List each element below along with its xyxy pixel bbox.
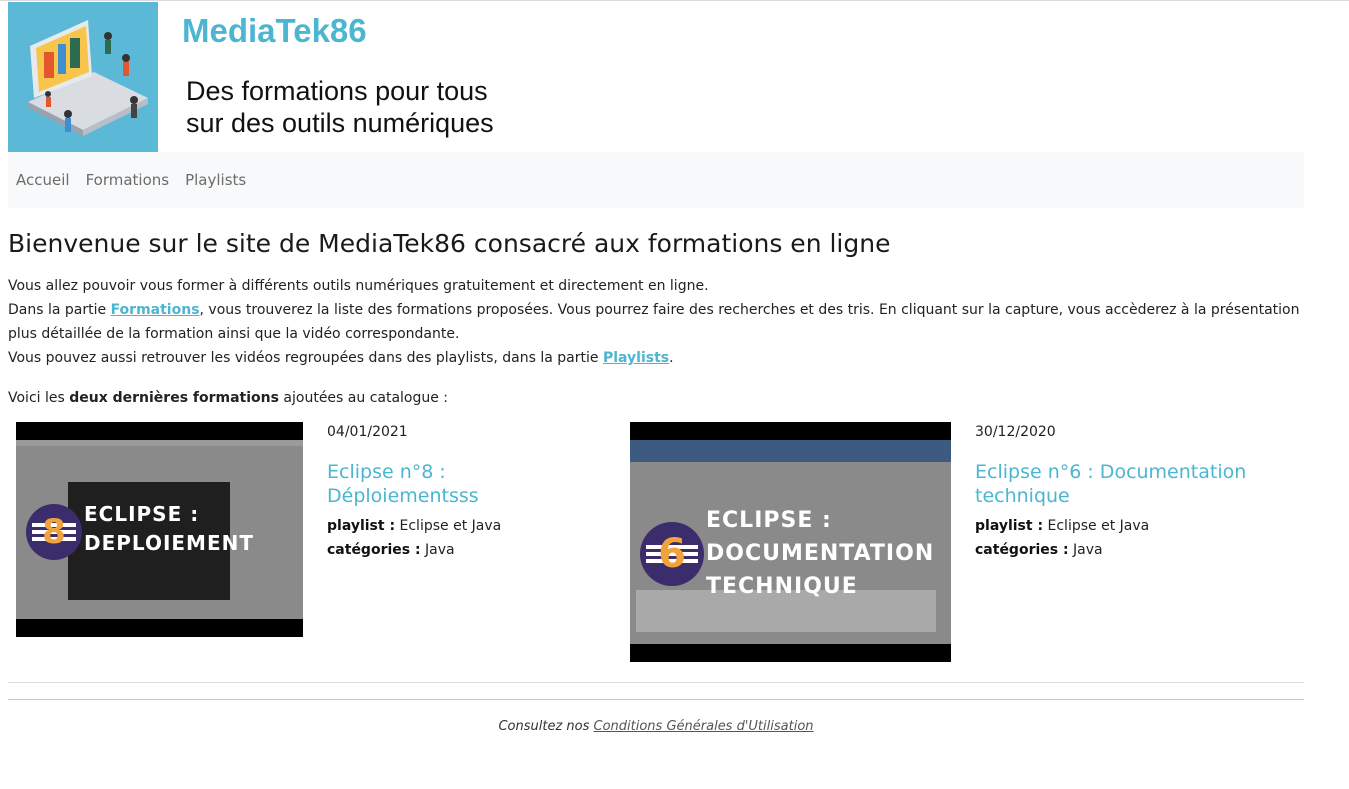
intro-p2-text: Dans la partie [8, 302, 111, 318]
laptop-people-illustration-icon [8, 2, 158, 152]
intro-text: Vous allez pouvoir vous former à différe… [8, 274, 1304, 370]
cgu-link[interactable]: Conditions Générales d'Utilisation [594, 719, 814, 734]
site-title: MediaTek86 [182, 12, 367, 49]
formation-card: 04/01/2021 Eclipse n°8 : Déploiementsss … [327, 424, 597, 562]
tagline-line-2: sur des outils numériques [186, 108, 494, 138]
formation-meta: playlist : Eclipse et Java catégories : … [975, 514, 1295, 562]
formation-meta: playlist : Eclipse et Java catégories : … [327, 514, 597, 562]
latest-text-end: ajoutées au catalogue : [278, 390, 449, 406]
eclipse-badge-icon: 8 [26, 504, 82, 560]
site-tagline: Des formations pour tous sur des outils … [186, 75, 494, 139]
site-logo[interactable] [8, 2, 158, 152]
playlist-value: Eclipse et Java [399, 518, 502, 534]
intro-paragraph-1: Vous allez pouvoir vous former à différe… [8, 278, 709, 294]
main-navbar: Accueil Formations Playlists [8, 152, 1304, 208]
page-title: Bienvenue sur le site de MediaTek86 cons… [8, 229, 891, 258]
latest-text-bold: deux dernières formations [69, 390, 279, 406]
site-footer: Consultez nos Conditions Générales d'Uti… [8, 719, 1304, 734]
formation-date: 04/01/2021 [327, 424, 408, 440]
nav-formations[interactable]: Formations [86, 171, 170, 189]
formation-card: 30/12/2020 Eclipse n°6 : Documentation t… [975, 424, 1295, 562]
latest-text: Voici les [8, 390, 70, 406]
browser-bar [630, 440, 951, 462]
playlist-label: playlist : [975, 518, 1044, 534]
formation-categories: catégories : Java [327, 538, 597, 562]
formation-title[interactable]: Eclipse n°6 : Documentation technique [975, 460, 1295, 508]
formation-thumbnail[interactable]: 6 ECLIPSE : DOCUMENTATION TECHNIQUE [630, 422, 951, 662]
formation-playlist: playlist : Eclipse et Java [327, 514, 597, 538]
intro-p3-text-end: . [669, 350, 674, 366]
formation-categories: catégories : Java [975, 538, 1295, 562]
caption-line-2: DOCUMENTATION [706, 541, 935, 566]
intro-p2-text-end: , vous trouverez la liste des formations… [8, 302, 1300, 342]
intro-paragraph-3: Vous pouvez aussi retrouver les vidéos r… [8, 346, 1304, 370]
categories-value: Java [425, 542, 455, 558]
badge-number: 8 [42, 512, 66, 552]
playlist-value: Eclipse et Java [1047, 518, 1150, 534]
thumbnail-caption: ECLIPSE : DEPLOIEMENT [84, 500, 254, 558]
tagline-line-1: Des formations pour tous [186, 76, 488, 106]
formation-date: 30/12/2020 [975, 424, 1056, 440]
nav-accueil[interactable]: Accueil [16, 171, 70, 189]
formation-title[interactable]: Eclipse n°8 : Déploiementsss [327, 460, 597, 508]
footer-divider [8, 699, 1304, 700]
top-border [0, 0, 1349, 1]
caption-line-1: ECLIPSE : [706, 508, 832, 533]
playlist-label: playlist : [327, 518, 396, 534]
nav-playlists[interactable]: Playlists [185, 171, 246, 189]
thumbnail-caption: ECLIPSE : DOCUMENTATION TECHNIQUE [706, 504, 934, 603]
categories-label: catégories : [327, 542, 421, 558]
playlists-link[interactable]: Playlists [603, 350, 669, 366]
latest-formations: 8 ECLIPSE : DEPLOIEMENT 04/01/2021 Eclip… [8, 422, 1304, 670]
latest-formations-intro: Voici les deux dernières formations ajou… [8, 386, 1304, 410]
categories-label: catégories : [975, 542, 1069, 558]
footer-text: Consultez nos [498, 719, 594, 734]
formation-thumbnail[interactable]: 8 ECLIPSE : DEPLOIEMENT [16, 422, 303, 637]
caption-line-2: DEPLOIEMENT [84, 531, 255, 555]
intro-paragraph-2: Dans la partie Formations, vous trouvere… [8, 298, 1304, 346]
eclipse-badge-icon: 6 [640, 522, 704, 586]
badge-number: 6 [658, 531, 686, 577]
site-header: MediaTek86 Des formations pour tous sur … [8, 2, 1304, 152]
divider [8, 682, 1304, 683]
intro-p3-text: Vous pouvez aussi retrouver les vidéos r… [8, 350, 603, 366]
categories-value: Java [1073, 542, 1103, 558]
caption-line-1: ECLIPSE : [84, 502, 200, 526]
caption-line-3: TECHNIQUE [706, 574, 858, 599]
page-container: MediaTek86 Des formations pour tous sur … [8, 2, 1304, 670]
formation-playlist: playlist : Eclipse et Java [975, 514, 1295, 538]
formations-link[interactable]: Formations [111, 302, 200, 318]
